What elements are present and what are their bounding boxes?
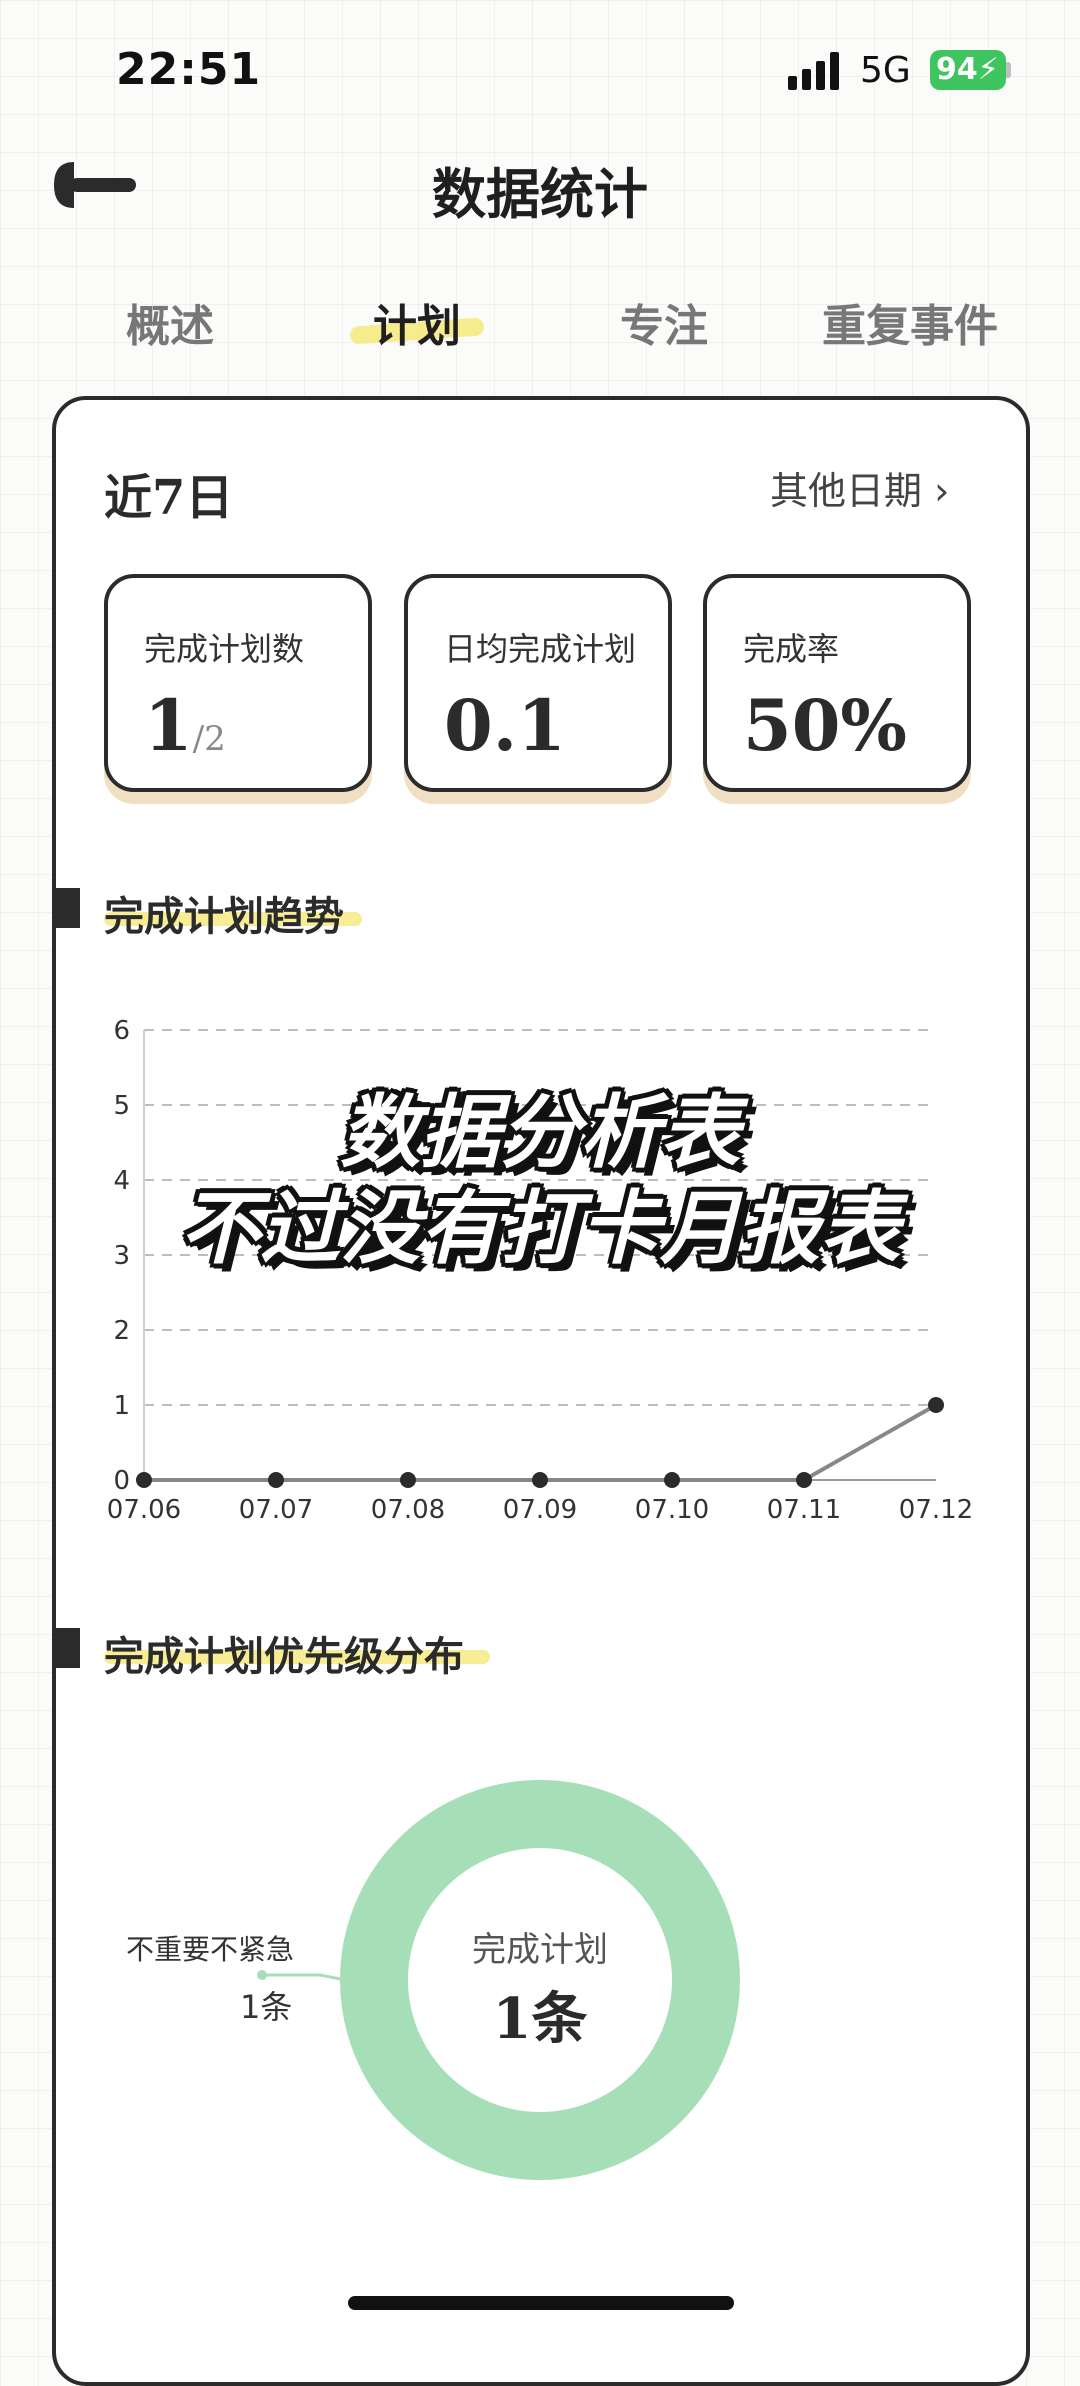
x-tick-label: 07.09 (503, 1495, 577, 1525)
data-point (400, 1472, 416, 1488)
data-point (268, 1472, 284, 1488)
tab-focus[interactable]: 专注 (564, 290, 764, 354)
x-tick-label: 07.08 (371, 1495, 445, 1525)
range-title: 近7日 (104, 470, 234, 526)
y-tick-label: 2 (113, 1316, 130, 1346)
stat-daily-average: 日均完成计划 0.1 (404, 574, 672, 792)
section-marker (52, 1628, 80, 1668)
x-tick-label: 07.07 (239, 1495, 313, 1525)
charging-bolt-icon: ⚡ (977, 52, 999, 87)
stat-value: 50% (743, 684, 907, 767)
data-point (664, 1472, 680, 1488)
x-tick-label: 07.06 (107, 1495, 181, 1525)
stat-value: 1/2 (144, 684, 226, 767)
tab-recurring-events[interactable]: 重复事件 (810, 290, 1010, 354)
battery-icon: 94⚡ (930, 50, 1006, 90)
donut-center-value: 1条 (492, 1986, 588, 2052)
series-line (144, 1403, 937, 1482)
data-point (532, 1472, 548, 1488)
data-point (928, 1397, 944, 1413)
stat-label: 完成率 (743, 630, 840, 668)
battery-level: 94 (936, 52, 978, 87)
stat-completion-rate: 完成率 50% (703, 574, 971, 792)
trend-section-title: 完成计划趋势 (104, 893, 344, 940)
home-indicator (348, 2296, 734, 2310)
legend-slice-name: 不重要不紧急 (126, 1933, 295, 1966)
stat-value-number: 1 (144, 684, 193, 767)
y-tick-label: 0 (113, 1466, 130, 1496)
tab-overview[interactable]: 概述 (70, 290, 270, 354)
signal-icon (788, 52, 839, 90)
stat-value: 0.1 (444, 684, 566, 767)
other-dates-link[interactable]: 其他日期 › (770, 460, 949, 515)
status-time: 22:51 (116, 44, 262, 95)
x-tick-label: 07.10 (635, 1495, 709, 1525)
priority-section-title: 完成计划优先级分布 (104, 1633, 464, 1680)
stat-value-suffix: /2 (192, 719, 226, 759)
page-title: 数据统计 (432, 162, 648, 226)
stat-completed-count: 完成计划数 1/2 (104, 574, 372, 792)
section-marker (52, 888, 80, 928)
y-tick-label: 6 (113, 1016, 130, 1046)
overlay-caption-line2: 不过没有打卡月报表 (180, 1182, 900, 1275)
stat-label: 日均完成计划 (444, 630, 637, 668)
network-type: 5G (860, 50, 911, 91)
legend-slice-count: 1条 (240, 1988, 293, 2026)
x-tick-label: 07.12 (899, 1495, 973, 1525)
data-point (136, 1472, 152, 1488)
battery-cap (1006, 62, 1011, 78)
stat-label: 完成计划数 (144, 630, 305, 668)
y-tick-label: 1 (113, 1391, 130, 1421)
data-point (796, 1472, 812, 1488)
tab-plan[interactable]: 计划 (317, 290, 517, 354)
x-tick-label: 07.11 (767, 1495, 841, 1525)
